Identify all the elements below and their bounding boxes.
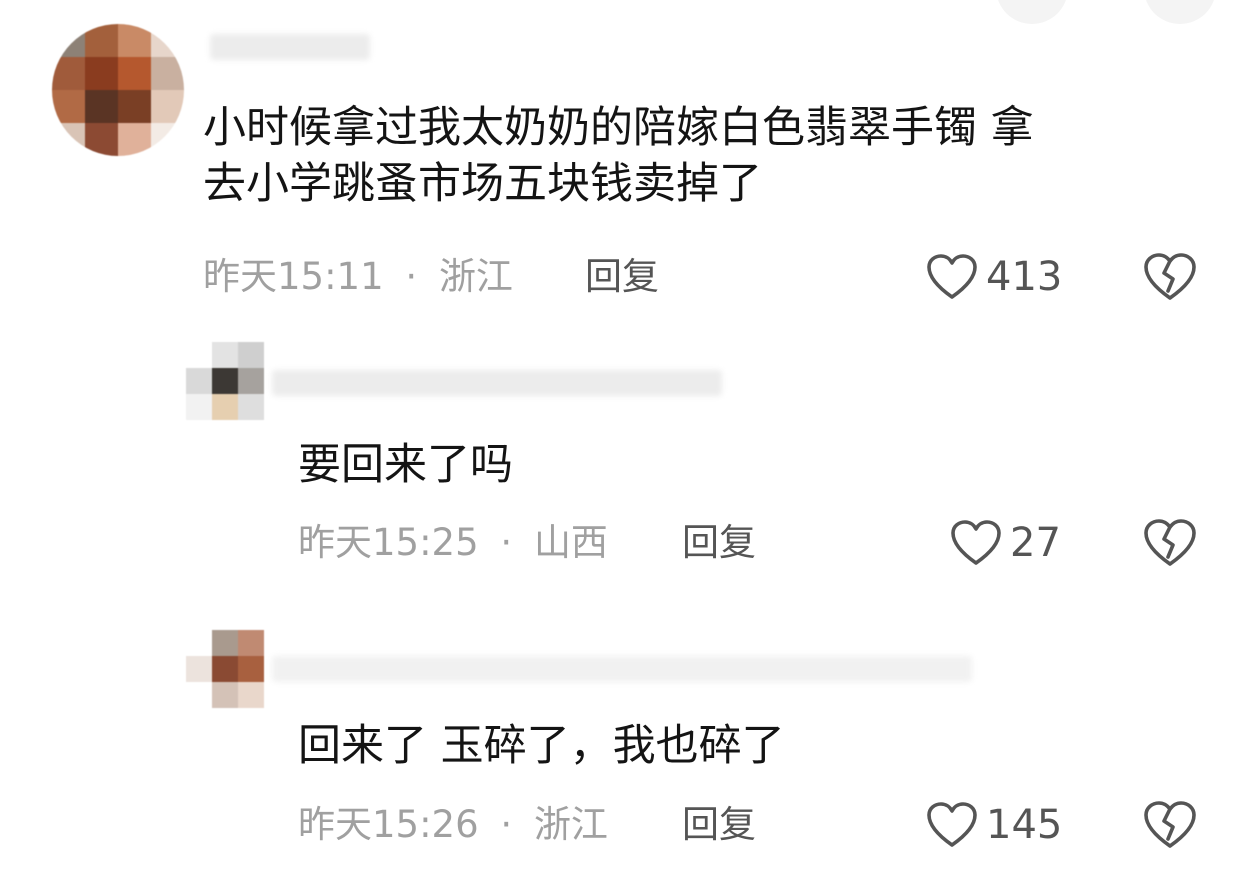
comment-item: 小时候拿过我太奶奶的陪嫁白色翡翠手镯 拿 去小学跳蚤市场五块钱卖掉了 昨天15:… [0, 0, 1260, 320]
broken-heart-icon[interactable] [1143, 800, 1197, 850]
username-blurred[interactable] [272, 370, 722, 396]
reply-button[interactable]: 回复 [682, 518, 756, 568]
comment-location: 山西 [533, 521, 608, 564]
avatar[interactable] [186, 342, 264, 420]
comment-time: 昨天15:26 [298, 803, 479, 846]
heart-outline-icon [927, 254, 977, 299]
reply-item: 回来了 玉碎了，我也碎了 昨天15:26 · 浙江 回复 145 [0, 600, 1260, 881]
like-button[interactable]: 27 [950, 515, 1061, 571]
like-button[interactable]: 413 [926, 249, 1062, 305]
like-count: 27 [1010, 520, 1061, 566]
heart-outline-icon [927, 802, 977, 847]
comment-text: 要回来了吗 [298, 440, 513, 490]
reply-button[interactable]: 回复 [682, 800, 756, 850]
meta-separator: · [500, 521, 513, 564]
username-blurred[interactable] [272, 656, 972, 682]
username-blurred[interactable] [210, 34, 370, 60]
reply-button[interactable]: 回复 [585, 252, 659, 302]
heart-outline-icon [951, 520, 1001, 565]
broken-heart-icon[interactable] [1143, 252, 1197, 302]
comment-location: 浙江 [533, 803, 608, 846]
comment-meta: 昨天15:26 · 浙江 [298, 800, 608, 850]
comment-time: 昨天15:25 [298, 521, 479, 564]
meta-separator: · [500, 803, 513, 846]
avatar[interactable] [52, 24, 184, 156]
comment-meta: 昨天15:25 · 山西 [298, 518, 608, 568]
avatar[interactable] [186, 630, 264, 708]
comment-text: 回来了 玉碎了，我也碎了 [298, 721, 785, 771]
broken-heart-icon[interactable] [1143, 518, 1197, 568]
comment-text: 小时候拿过我太奶奶的陪嫁白色翡翠手镯 拿 去小学跳蚤市场五块钱卖掉了 [203, 103, 1034, 209]
like-count: 413 [986, 254, 1063, 300]
comment-time: 昨天15:11 [203, 255, 384, 298]
like-button[interactable]: 145 [926, 797, 1062, 853]
meta-separator: · [405, 255, 418, 298]
like-count: 145 [986, 802, 1063, 848]
reply-item: 要回来了吗 昨天15:25 · 山西 回复 27 [0, 320, 1260, 600]
comment-location: 浙江 [438, 255, 513, 298]
comment-meta: 昨天15:11 · 浙江 [203, 252, 513, 302]
